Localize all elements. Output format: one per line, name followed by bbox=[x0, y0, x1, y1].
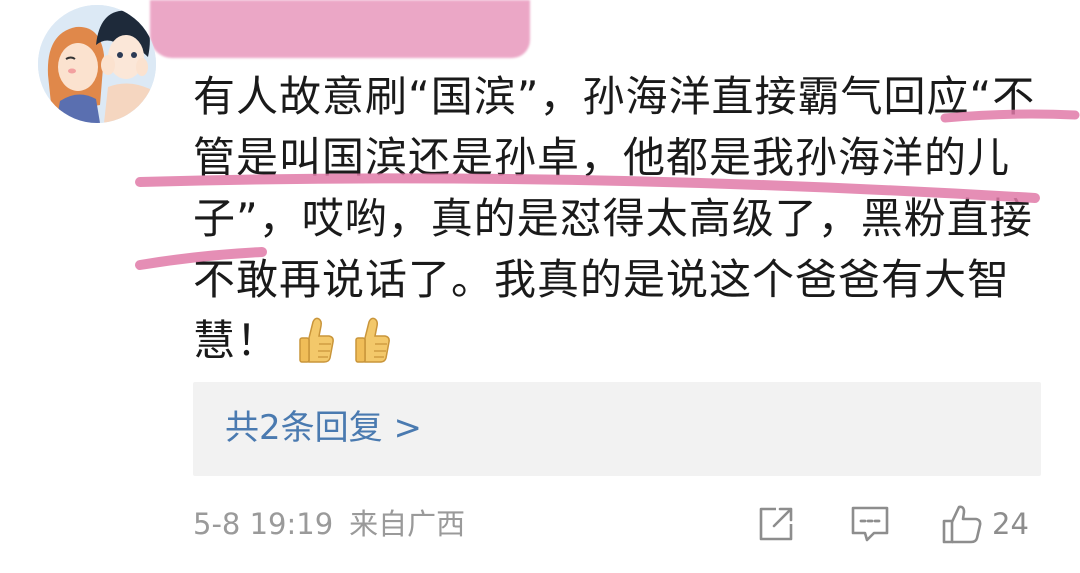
share-icon bbox=[759, 507, 793, 541]
timestamp: 5-8 19:19 bbox=[193, 507, 334, 541]
comment-line-last: 慧！ bbox=[193, 310, 1043, 380]
avatar-illustration bbox=[38, 5, 156, 123]
user-avatar[interactable] bbox=[38, 5, 156, 123]
comment-line: 子”，哎哟，真的是怼得太高级了，黑粉直接 bbox=[193, 194, 1033, 243]
replies-panel[interactable]: 共2条回复 > bbox=[193, 382, 1041, 476]
comment-body: 有人故意刷“国滨”，孙海洋直接霸气回应“不 管是叫国滨还是孙卓，他都是我孙海洋的… bbox=[193, 66, 1043, 380]
thumbs-up-emoji-icon bbox=[353, 316, 391, 380]
like-count: 24 bbox=[992, 507, 1029, 541]
like-button[interactable]: 24 bbox=[940, 502, 1029, 546]
comment-line: 不敢再说话了。我真的是说这个爸爸有大智 bbox=[193, 255, 1011, 304]
view-replies-link[interactable]: 共2条回复 > bbox=[225, 408, 422, 448]
comment-line: 有人故意刷“国滨”，孙海洋直接霸气回应“不 bbox=[193, 72, 1036, 121]
comment-line-text: 慧！ bbox=[193, 316, 280, 365]
thumbs-up-emoji-icon bbox=[297, 316, 335, 380]
redacted-username bbox=[150, 0, 530, 58]
comment-icon bbox=[851, 506, 889, 542]
share-button[interactable] bbox=[756, 502, 796, 546]
thumbs-up-icon bbox=[942, 505, 982, 544]
comment-meta: 5-8 19:19 来自广西 bbox=[193, 504, 465, 544]
reply-button[interactable] bbox=[848, 502, 892, 546]
location-label: 来自广西 bbox=[349, 507, 466, 541]
comment-line: 管是叫国滨还是孙卓，他都是我孙海洋的儿 bbox=[193, 133, 1011, 182]
